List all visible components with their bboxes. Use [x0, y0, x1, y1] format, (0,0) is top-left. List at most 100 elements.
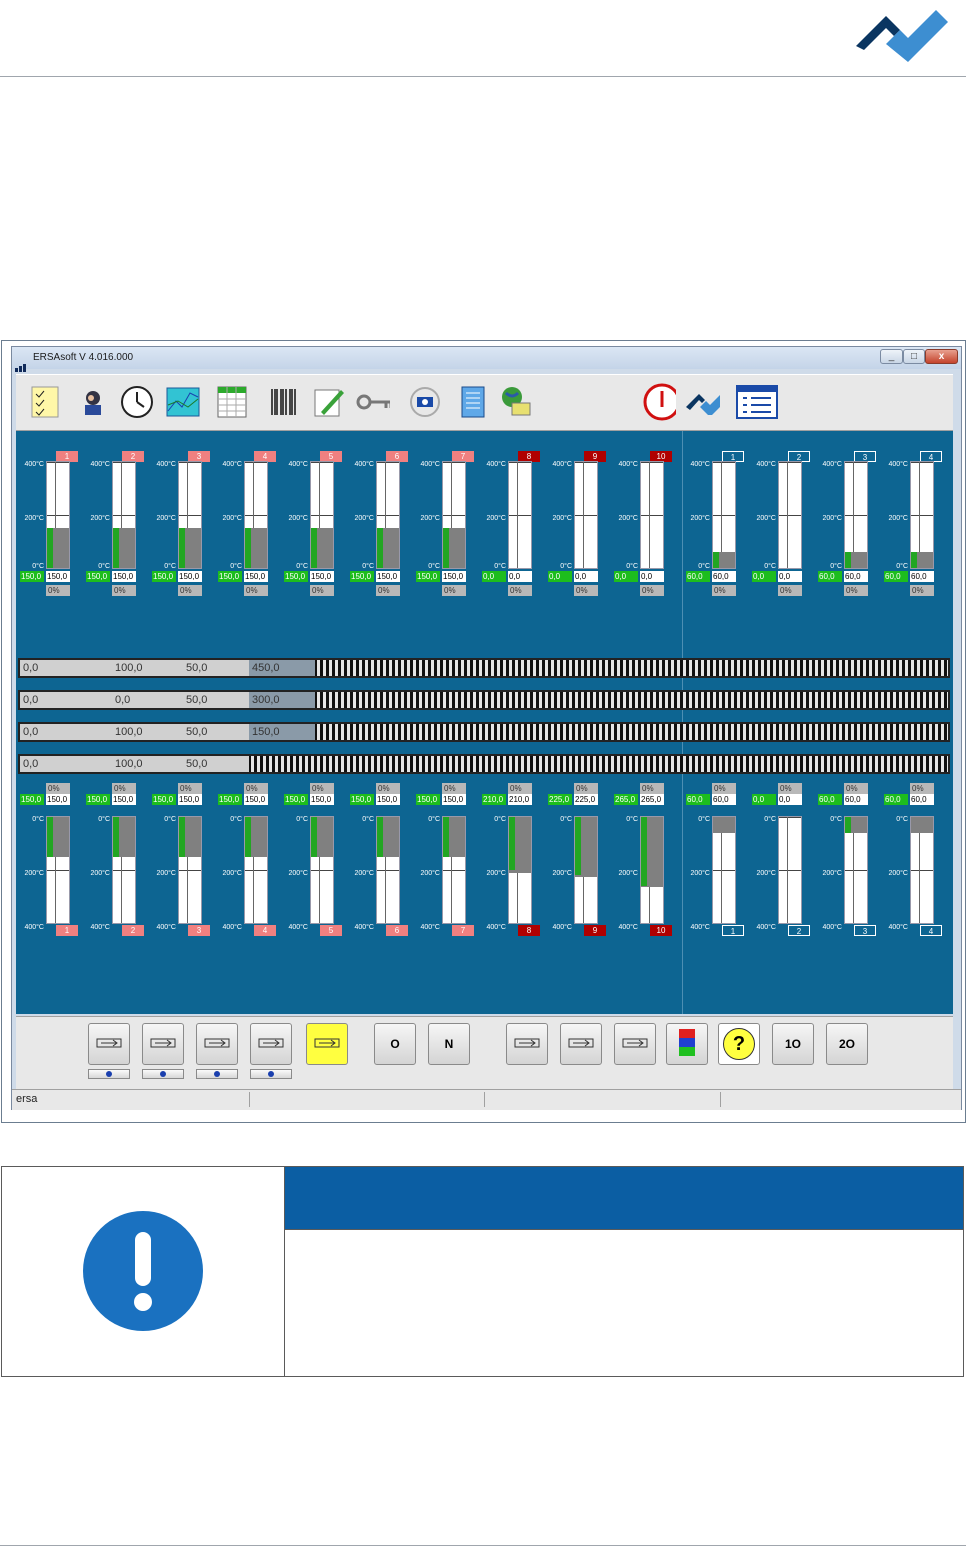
setpoint-value[interactable]: 60,0: [884, 794, 908, 805]
list-view-icon[interactable]: [736, 383, 778, 421]
heater-zone[interactable]: 0°C 200°C 400°C 265,0 265,0 0% 10: [614, 783, 676, 943]
info-sub-button[interactable]: [250, 1069, 292, 1079]
heater-zone[interactable]: 0°C 200°C 400°C 150,0 150,0 0% 2: [86, 783, 148, 943]
oxygen-sensor-2-button[interactable]: 2O: [826, 1023, 868, 1065]
heater-zone[interactable]: 4 400°C 200°C 0°C 60,0 60,0 0%: [884, 451, 946, 611]
barcode-icon[interactable]: [266, 383, 300, 421]
conveyor-settings-button[interactable]: [560, 1023, 602, 1065]
setpoint-value[interactable]: 60,0: [686, 571, 710, 582]
setpoint-value[interactable]: 0,0: [752, 794, 776, 805]
setpoint-value[interactable]: 265,0: [614, 794, 638, 805]
scale-label: 200°C: [90, 515, 110, 522]
clock-icon[interactable]: [120, 383, 154, 421]
actual-value: 60,0: [712, 794, 736, 805]
spreadsheet-icon[interactable]: [216, 383, 250, 421]
profile-chart-icon[interactable]: [166, 383, 200, 421]
heater-zone[interactable]: 1 400°C 200°C 0°C 60,0 60,0 0%: [686, 451, 748, 611]
heater-zone[interactable]: 0°C 200°C 400°C 150,0 150,0 0% 6: [350, 783, 412, 943]
key-icon[interactable]: [356, 383, 390, 421]
heater-zone[interactable]: 4 400°C 200°C 0°C 150,0 150,0 0%: [218, 451, 280, 611]
scale-label: 200°C: [618, 870, 638, 877]
heater-zone[interactable]: 0°C 200°C 400°C 150,0 150,0 0% 1: [20, 783, 82, 943]
pcb-board-button[interactable]: [196, 1023, 238, 1065]
network-icon[interactable]: [498, 383, 532, 421]
help-button[interactable]: ?: [718, 1023, 760, 1065]
setpoint-value[interactable]: 150,0: [218, 794, 242, 805]
setpoint-value[interactable]: 150,0: [152, 794, 176, 805]
setpoint-value[interactable]: 0,0: [548, 571, 572, 582]
heater-zone[interactable]: 7 400°C 200°C 0°C 150,0 150,0 0%: [416, 451, 478, 611]
close-button[interactable]: x: [925, 349, 958, 364]
heater-zone[interactable]: 8 400°C 200°C 0°C 0,0 0,0 0%: [482, 451, 544, 611]
oxygen-button[interactable]: O: [374, 1023, 416, 1065]
heater-zone[interactable]: 0°C 200°C 400°C 225,0 225,0 0% 9: [548, 783, 610, 943]
info-sub-button[interactable]: [88, 1069, 130, 1079]
setpoint-value[interactable]: 210,0: [482, 794, 506, 805]
heater-zone[interactable]: 2 400°C 200°C 0°C 150,0 150,0 0%: [86, 451, 148, 611]
heater-zone[interactable]: 2 400°C 200°C 0°C 0,0 0,0 0%: [752, 451, 814, 611]
heater-module-button[interactable]: [614, 1023, 656, 1065]
conveyor-start-button[interactable]: [88, 1023, 130, 1065]
oxygen-sensor-1-button[interactable]: 1O: [772, 1023, 814, 1065]
setpoint-value[interactable]: 150,0: [416, 794, 440, 805]
nitrogen-button[interactable]: N: [428, 1023, 470, 1065]
setpoint-value[interactable]: 150,0: [416, 571, 440, 582]
setpoint-value[interactable]: 60,0: [686, 794, 710, 805]
setpoint-value[interactable]: 150,0: [350, 794, 374, 805]
setpoint-value[interactable]: 0,0: [752, 571, 776, 582]
setpoint-value[interactable]: 60,0: [818, 571, 842, 582]
setpoint-value[interactable]: 150,0: [152, 571, 176, 582]
setpoint-value[interactable]: 225,0: [548, 794, 572, 805]
setpoint-value[interactable]: 60,0: [818, 794, 842, 805]
signal-tower-button[interactable]: [666, 1023, 708, 1065]
heater-zone[interactable]: 3 400°C 200°C 0°C 150,0 150,0 0%: [152, 451, 214, 611]
setpoint-value[interactable]: 150,0: [284, 571, 308, 582]
info-sub-button[interactable]: [142, 1069, 184, 1079]
setpoint-value[interactable]: 150,0: [350, 571, 374, 582]
setpoint-value[interactable]: 0,0: [482, 571, 506, 582]
setpoint-value[interactable]: 150,0: [86, 794, 110, 805]
camera-cycle-icon[interactable]: [408, 383, 442, 421]
actual-level-indicator: [113, 817, 119, 857]
heater-zone[interactable]: 10 400°C 200°C 0°C 0,0 0,0 0%: [614, 451, 676, 611]
notes-icon[interactable]: [456, 383, 490, 421]
heater-zone[interactable]: 0°C 200°C 400°C 60,0 60,0 0% 1: [686, 783, 748, 943]
heater-zone[interactable]: 0°C 200°C 400°C 60,0 60,0 0% 4: [884, 783, 946, 943]
checklist-icon[interactable]: [28, 383, 62, 421]
setpoint-value[interactable]: 150,0: [20, 794, 44, 805]
grid-line: [713, 515, 735, 516]
operator-icon[interactable]: [76, 383, 110, 421]
heater-zone[interactable]: 0°C 200°C 400°C 150,0 150,0 0% 5: [284, 783, 346, 943]
heater-zone[interactable]: 9 400°C 200°C 0°C 0,0 0,0 0%: [548, 451, 610, 611]
heater-zone[interactable]: 3 400°C 200°C 0°C 60,0 60,0 0%: [818, 451, 880, 611]
minimize-button[interactable]: _: [880, 349, 903, 364]
yellow-note-button[interactable]: [306, 1023, 348, 1065]
transport-arrows-button[interactable]: [142, 1023, 184, 1065]
heater-zone[interactable]: 0°C 200°C 400°C 210,0 210,0 0% 8: [482, 783, 544, 943]
heater-zone[interactable]: 0°C 200°C 400°C 150,0 150,0 0% 7: [416, 783, 478, 943]
setpoint-value[interactable]: 150,0: [218, 571, 242, 582]
chain-conveyor-button[interactable]: [250, 1023, 292, 1065]
bar-axis: [721, 817, 722, 923]
info-sub-button[interactable]: [196, 1069, 238, 1079]
setpoint-value[interactable]: 150,0: [284, 794, 308, 805]
setpoint-value[interactable]: 150,0: [20, 571, 44, 582]
heater-zone[interactable]: 5 400°C 200°C 0°C 150,0 150,0 0%: [284, 451, 346, 611]
heater-zone[interactable]: 0°C 200°C 400°C 0,0 0,0 0% 2: [752, 783, 814, 943]
edit-pencil-icon[interactable]: [312, 383, 346, 421]
heater-zone[interactable]: 6 400°C 200°C 0°C 150,0 150,0 0%: [350, 451, 412, 611]
setpoint-value[interactable]: 60,0: [884, 571, 908, 582]
heater-zone[interactable]: 1 400°C 200°C 0°C 150,0 150,0 0%: [20, 451, 82, 611]
setpoint-value[interactable]: 0,0: [614, 571, 638, 582]
temperature-fill: [713, 817, 735, 833]
setpoint-value[interactable]: 150,0: [86, 571, 110, 582]
heater-zone[interactable]: 0°C 200°C 400°C 150,0 150,0 0% 4: [218, 783, 280, 943]
grid-line: [911, 462, 933, 463]
zone-number-badge: 2: [122, 925, 144, 936]
heater-zone[interactable]: 0°C 200°C 400°C 60,0 60,0 0% 3: [818, 783, 880, 943]
tools-button[interactable]: [506, 1023, 548, 1065]
heater-zone[interactable]: 0°C 200°C 400°C 150,0 150,0 0% 3: [152, 783, 214, 943]
ersa-logo-icon[interactable]: [686, 383, 720, 421]
power-stop-icon[interactable]: [642, 383, 676, 421]
maximize-button[interactable]: □: [903, 349, 925, 364]
